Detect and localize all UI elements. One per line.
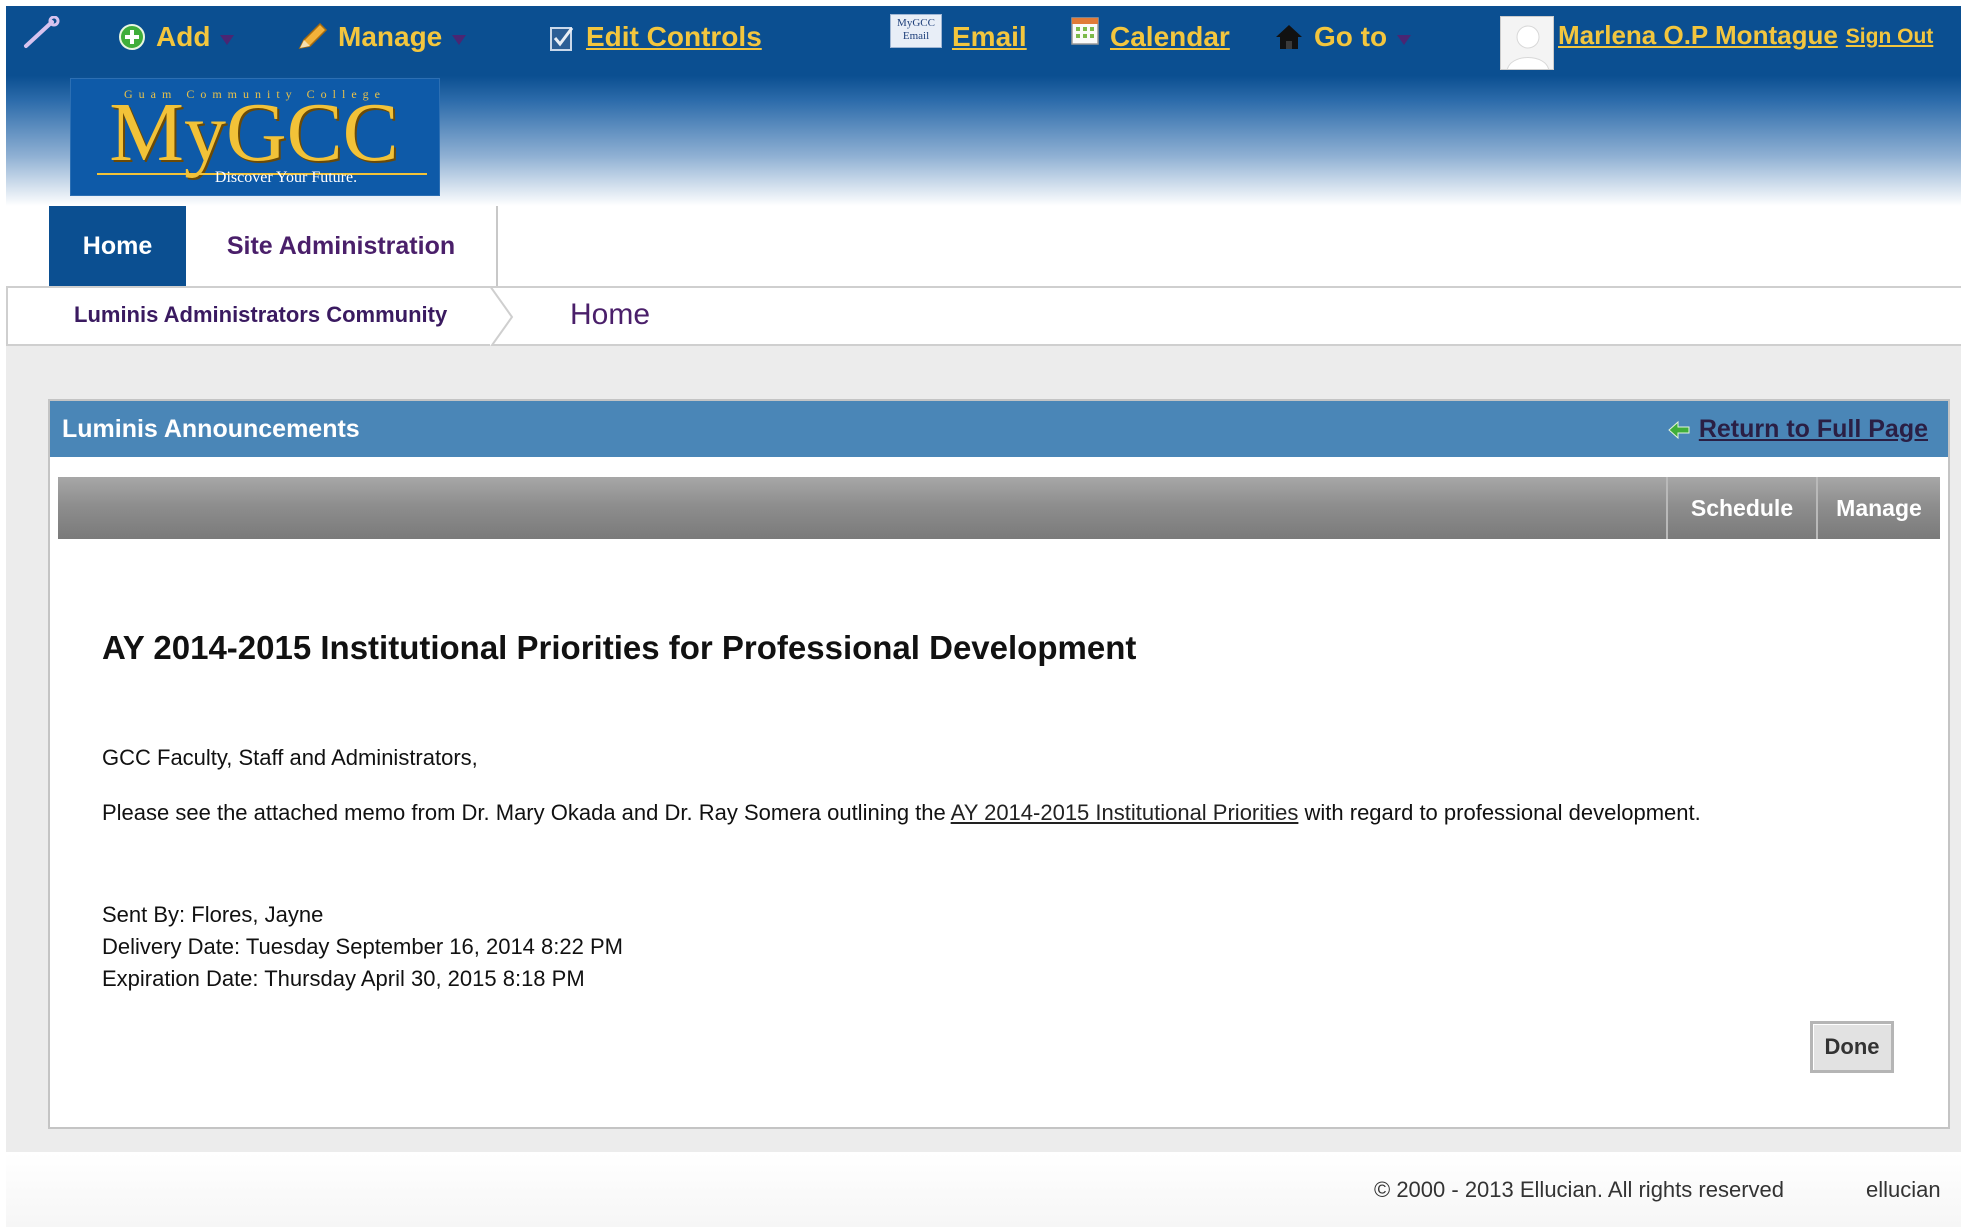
announcement-body-after: with regard to professional development. <box>1298 800 1701 825</box>
chevron-down-icon <box>220 35 235 45</box>
main-nav: Home Site Administration <box>6 206 1961 286</box>
expiration-date: Expiration Date: Thursday April 30, 2015… <box>102 966 585 991</box>
announcement-body: Please see the attached memo from Dr. Ma… <box>102 800 1701 826</box>
add-label: Add <box>156 21 211 52</box>
pencil-icon <box>298 22 328 50</box>
user-menu[interactable]: Marlena O.P Montague Sign Out <box>1558 18 1933 52</box>
return-to-full-page-link[interactable]: Return to Full Page <box>1667 415 1928 444</box>
calendar-icon <box>1071 17 1099 45</box>
return-arrow-icon <box>1668 420 1690 439</box>
calendar-label: Calendar <box>1110 21 1230 52</box>
tab-home[interactable]: Home <box>49 206 186 286</box>
portlet-title: Luminis Announcements <box>62 415 360 443</box>
done-button[interactable]: Done <box>1810 1021 1894 1073</box>
sent-by: Sent By: Flores, Jayne <box>102 902 324 927</box>
announcement-greeting: GCC Faculty, Staff and Administrators, <box>102 745 478 770</box>
checklist-icon <box>550 27 574 51</box>
manage-button[interactable]: Manage <box>1816 477 1940 539</box>
return-label: Return to Full Page <box>1698 415 1928 443</box>
manage-menu[interactable]: Manage <box>296 20 467 54</box>
chevron-down-icon <box>1397 35 1412 45</box>
logo-tagline: Discover Your Future. <box>214 169 358 186</box>
house-icon <box>1276 25 1302 49</box>
copyright-text: © 2000 - 2013 Ellucian. All rights reser… <box>1374 1177 1784 1202</box>
schedule-button[interactable]: Schedule <box>1666 477 1816 539</box>
edit-controls-link[interactable]: Edit Controls <box>548 20 762 54</box>
top-toolbar: Add Manage Edit Controls MyGCC Email Ema… <box>6 6 1961 76</box>
delivery-date: Delivery Date: Tuesday September 16, 201… <box>102 934 623 959</box>
announcement-title: AY 2014-2015 Institutional Priorities fo… <box>102 629 1137 666</box>
avatar-icon <box>1507 25 1549 69</box>
ellucian-brand: ellucian <box>1866 1177 1941 1202</box>
edit-controls-label: Edit Controls <box>586 21 762 52</box>
email-label: Email <box>952 21 1027 52</box>
portlet-toolbar: Schedule Manage <box>58 477 1940 539</box>
chevron-down-icon <box>452 35 467 45</box>
user-name-link[interactable]: Marlena O.P Montague <box>1558 20 1838 51</box>
sign-out-link[interactable]: Sign Out <box>1846 25 1934 49</box>
goto-menu[interactable]: Go to <box>1274 20 1412 54</box>
add-icon <box>119 24 145 50</box>
header: Add Manage Edit Controls MyGCC Email Ema… <box>6 6 1961 206</box>
manage-label: Manage <box>338 21 443 52</box>
breadcrumb-separator <box>489 286 514 348</box>
add-menu[interactable]: Add <box>118 20 235 54</box>
breadcrumb-current: Home <box>570 298 651 331</box>
announcements-portlet: Luminis Announcements Return to Full Pag… <box>48 399 1950 1129</box>
goto-label: Go to <box>1314 21 1388 52</box>
mygcc-logo[interactable]: Guam Community College MyGCC Discover Yo… <box>70 78 440 196</box>
avatar[interactable] <box>1500 16 1554 70</box>
breadcrumb: Luminis Administrators Community Home <box>6 286 1961 348</box>
priorities-link[interactable]: AY 2014-2015 Institutional Priorities <box>951 800 1299 825</box>
wrench-icon[interactable] <box>22 16 62 50</box>
announcement-body-before: Please see the attached memo from Dr. Ma… <box>102 800 951 825</box>
email-icon: MyGCC Email <box>890 14 942 48</box>
footer: © 2000 - 2013 Ellucian. All rights reser… <box>6 1152 1961 1227</box>
breadcrumb-community[interactable]: Luminis Administrators Community <box>74 302 447 328</box>
logo-mygcc: MyGCC <box>109 86 399 179</box>
email-link[interactable]: MyGCC Email Email <box>890 14 1027 54</box>
tab-site-administration[interactable]: Site Administration <box>186 206 498 286</box>
calendar-link[interactable]: Calendar <box>1070 17 1230 54</box>
portlet-header: Luminis Announcements Return to Full Pag… <box>50 401 1948 457</box>
email-icon-text: MyGCC Email <box>897 17 935 42</box>
